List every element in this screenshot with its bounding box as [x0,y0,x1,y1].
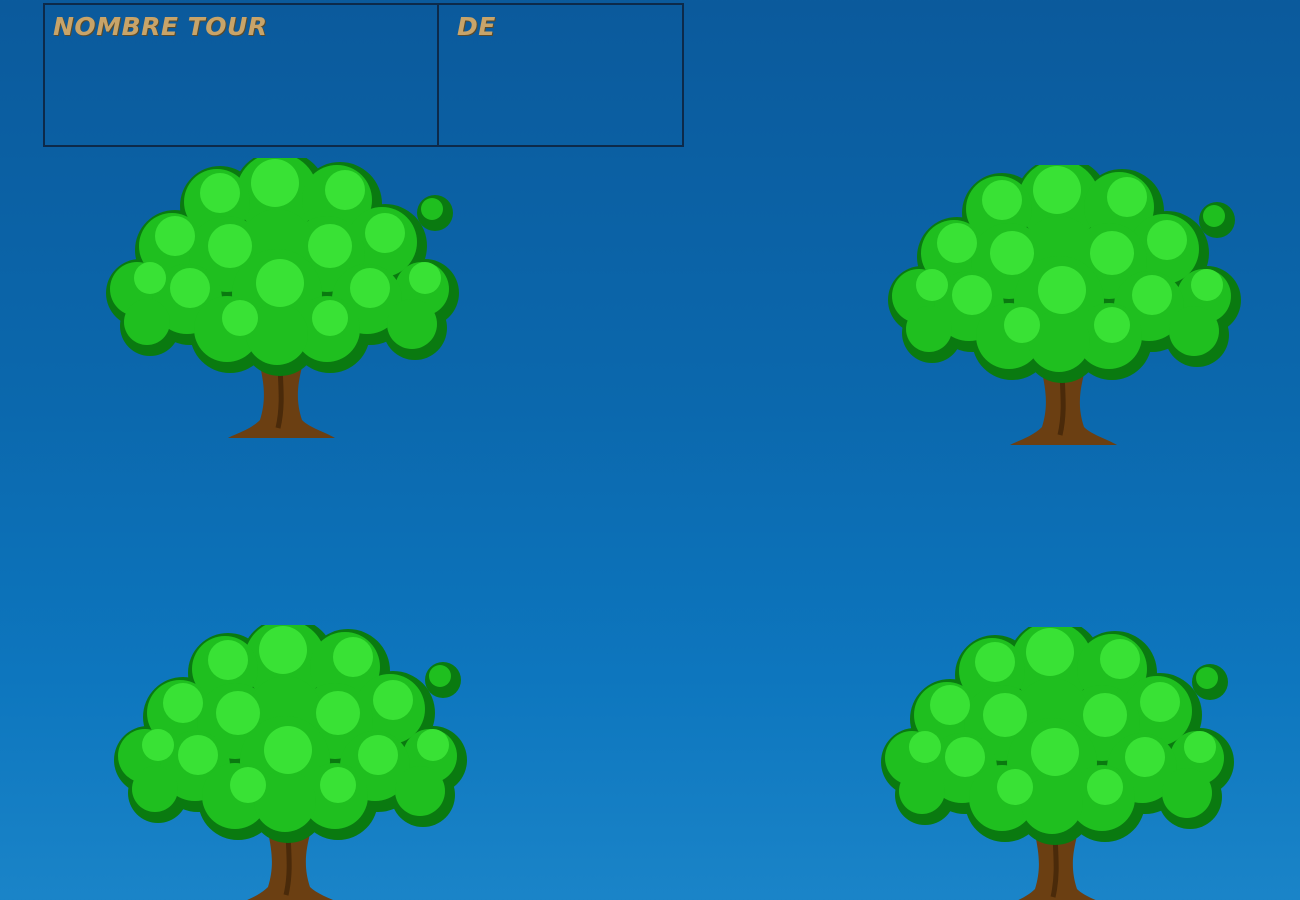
turn-counter-label: Nombre tour [53,12,268,41]
dice-label: De [457,12,496,41]
tree-top-right[interactable] [862,165,1262,455]
tree-bottom-right[interactable] [855,627,1255,900]
tree-bottom-left[interactable] [88,625,488,900]
tree-top-left[interactable] [80,158,480,448]
dice-cell: De [439,5,682,145]
turn-counter-cell: Nombre tour [45,5,439,145]
score-panel: Nombre tour De [43,3,684,147]
